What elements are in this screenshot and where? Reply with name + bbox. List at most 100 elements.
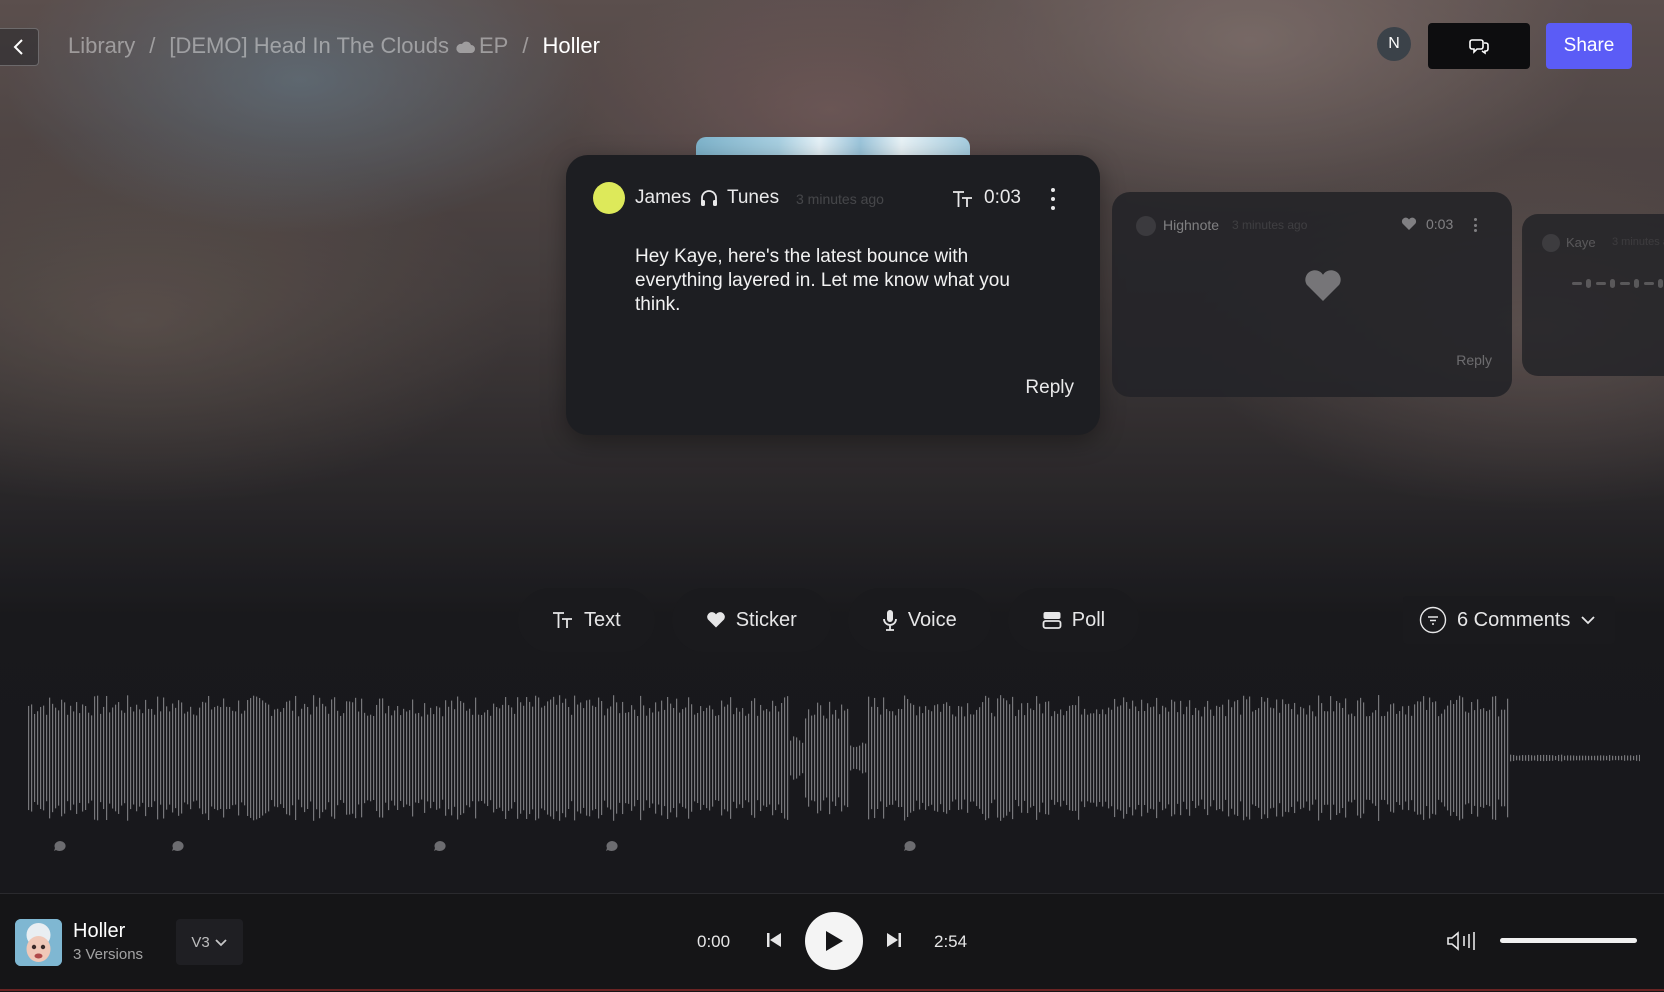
waveform-bar [136,704,138,812]
more-options-icon[interactable] [1048,188,1058,210]
waveform-bar [259,698,261,818]
skip-previous-icon[interactable] [766,932,782,948]
play-button[interactable] [805,912,863,970]
waveform-bar [277,708,279,808]
waveform-bar [355,697,357,819]
waveform-bar [1060,709,1062,807]
comments-toggle-button[interactable] [1428,23,1530,69]
waveform-bar [514,713,516,803]
waveform-bar [649,708,651,808]
waveform-bar [1213,715,1215,801]
waveform-bar [247,700,249,816]
text-comment-button[interactable]: Text [518,588,655,652]
waveform-bar [1108,707,1110,809]
waveform-bar [1246,699,1248,817]
waveform-bar [1117,706,1119,810]
back-button[interactable] [0,28,39,66]
waveform-bar [1624,755,1626,761]
comment-timestamp[interactable]: 0:03 [984,187,1021,209]
waveform-bar [148,708,150,808]
waveform-bar [1462,697,1464,819]
voice-comment-author: Kaye [1566,235,1596,250]
waveform-bar [928,709,930,807]
waveform-bar [1045,701,1047,815]
waveform-bar [1570,755,1572,761]
waveform-bar [1192,715,1194,801]
volume-icon[interactable] [1446,930,1478,952]
commenter-avatar [1542,234,1560,252]
comment-marker-icon[interactable] [171,840,185,852]
waveform-bar [1615,755,1617,761]
waveform-bar [250,698,252,818]
comment-card-active[interactable]: James Tunes 3 minutes ago 0:03 Hey Kaye,… [566,155,1100,435]
comment-marker-icon[interactable] [433,840,447,852]
comment-card-sticker[interactable]: Highnote 3 minutes ago 0:03 Reply [1112,192,1512,397]
skip-next-icon[interactable] [886,932,902,948]
waveform-bar [364,712,366,804]
waveform-bar [1366,716,1368,800]
breadcrumb-library[interactable]: Library [68,33,135,59]
reply-button[interactable]: Reply [1025,377,1074,399]
waveform-bar [73,711,75,805]
sticker-comment-button[interactable]: Sticker [671,588,831,652]
share-button[interactable]: Share [1546,23,1632,69]
waveform-bar [346,701,348,815]
waveform-bar [1501,709,1503,807]
waveform-bar [670,703,672,813]
waveform-bar [733,714,735,802]
waveform-bar [1354,716,1356,800]
waveform-bar [313,695,315,821]
waveform-bar [1225,716,1227,800]
volume-slider[interactable] [1500,938,1637,943]
breadcrumb-project[interactable]: [DEMO] Head In The Clouds EP [169,33,508,59]
audio-waveform[interactable] [28,686,1640,830]
waveform-bar [274,709,276,807]
waveform-bar [1453,703,1455,813]
reply-button[interactable]: Reply [1456,352,1492,368]
waveform-bar [382,698,384,818]
user-avatar[interactable]: N [1377,27,1411,61]
waveform-bar [1297,714,1299,802]
comment-marker-icon[interactable] [605,840,619,852]
waveform-bar [1528,754,1530,762]
waveform-bar [1591,755,1593,761]
waveform-bar [1237,700,1239,816]
version-selector[interactable]: V3 [176,919,243,965]
waveform-bar [1345,698,1347,818]
more-options-icon[interactable] [1472,218,1478,232]
waveform-bar [748,713,750,803]
waveform-bar [1399,711,1401,805]
waveform-bar [163,697,165,819]
sticker-comment-label: Sticker [735,608,797,631]
comment-marker-icon[interactable] [53,840,67,852]
sticker-comment-timestamp[interactable]: 0:03 [1426,216,1453,232]
comments-filter-dropdown[interactable]: 6 Comments [1403,596,1615,644]
waveform-bar [1222,704,1224,812]
comment-card-voice[interactable]: Kaye 3 minutes ago [1522,214,1664,376]
waveform-bar [463,702,465,814]
waveform-bar [109,712,111,804]
waveform-bar [847,708,849,808]
waveform-bar [214,707,216,809]
voice-comment-button[interactable]: Voice [847,588,991,652]
waveform-bar [448,706,450,810]
waveform-bar [421,716,423,800]
waveform-bar [871,706,873,810]
waveform-bar [1447,705,1449,811]
waveform-bar [1123,697,1125,819]
waveform-bar [1333,711,1335,805]
waveform-bar [706,707,708,809]
poll-comment-button[interactable]: Poll [1007,588,1140,652]
waveform-bar [1429,697,1431,819]
waveform-bar [1639,754,1640,762]
waveform-bar [1414,704,1416,812]
waveform-bar [1072,705,1074,811]
waveform-bar [1111,709,1113,807]
comment-marker-icon[interactable] [903,840,917,852]
waveform-bar [820,705,822,811]
voice-comment-time-ago: 3 minutes ago [1612,236,1664,248]
waveform-bar [1000,695,1002,821]
waveform-bar [1381,716,1383,800]
waveform-bar [598,697,600,819]
track-artwork[interactable] [15,919,62,966]
